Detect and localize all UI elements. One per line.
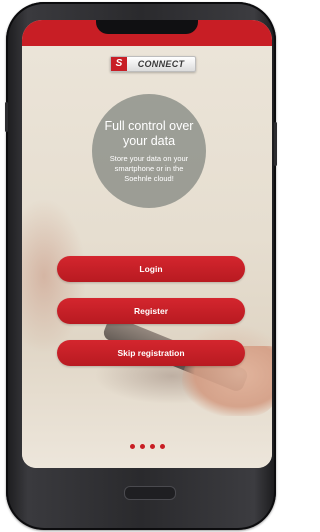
login-button[interactable]: Login: [57, 256, 245, 282]
power-button: [274, 122, 277, 166]
bubble-subtitle: Store your data on your smartphone or in…: [109, 153, 189, 183]
skip-registration-button[interactable]: Skip registration: [57, 340, 245, 366]
volume-button: [5, 102, 8, 132]
page-indicator: [22, 444, 272, 449]
page-dot[interactable]: [159, 444, 165, 449]
home-button-icon[interactable]: [124, 486, 176, 500]
bubble-title: Full control over your data: [104, 118, 194, 148]
app-screen: S CONNECT Full control over your data St…: [22, 20, 272, 468]
register-button[interactable]: Register: [57, 298, 245, 324]
logo-mark-icon: S: [111, 57, 127, 71]
logo-text: CONNECT: [137, 59, 185, 69]
page-dot[interactable]: [129, 444, 135, 449]
camera-notch: [96, 20, 198, 34]
info-bubble: Full control over your data Store your d…: [92, 94, 206, 208]
page-dot[interactable]: [139, 444, 145, 449]
connect-logo: S CONNECT: [110, 56, 196, 72]
page-dot[interactable]: [149, 444, 155, 449]
